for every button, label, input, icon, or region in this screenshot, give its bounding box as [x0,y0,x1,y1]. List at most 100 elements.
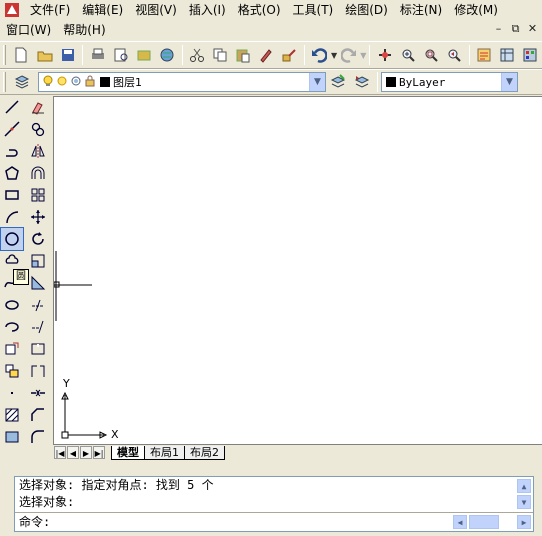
point-icon[interactable] [1,382,23,404]
scale-icon[interactable] [27,250,49,272]
lightbulb-icon[interactable] [42,75,54,90]
modify-toolbar [27,96,51,448]
chamfer-icon[interactable] [27,404,49,426]
app-icon[interactable] [4,2,20,18]
next-tab-icon[interactable]: ▶ [80,446,92,459]
array-icon[interactable] [27,184,49,206]
chevron-down-icon[interactable]: ▼ [501,73,517,91]
print-icon[interactable] [87,44,108,66]
plot-preview-icon[interactable] [110,44,131,66]
chevron-down-icon[interactable]: ▼ [309,73,325,91]
menu-dimension[interactable]: 标注(N) [394,1,448,19]
drawing-canvas[interactable]: Y X [53,96,542,444]
prev-tab-icon[interactable]: ◀ [67,446,79,459]
paste-icon[interactable] [233,44,254,66]
scroll-down-icon[interactable]: ▼ [517,495,531,509]
polyline-icon[interactable] [1,140,23,162]
redo-dropdown-icon[interactable]: ▼ [360,51,366,60]
layer-manager-icon[interactable] [11,71,33,93]
fillet-icon[interactable] [27,426,49,448]
menu-edit[interactable]: 编辑(E) [76,1,129,19]
cut-icon[interactable] [187,44,208,66]
scroll-left-icon[interactable]: ◀ [453,515,467,529]
tab-model[interactable]: 模型 [111,445,145,460]
break-icon[interactable] [27,360,49,382]
sun-icon[interactable] [56,75,68,90]
menu-tools[interactable]: 工具(T) [287,1,340,19]
line-icon[interactable] [1,96,23,118]
trim-icon[interactable] [27,294,49,316]
insert-block-icon[interactable] [1,338,23,360]
make-block-icon[interactable] [1,360,23,382]
offset-icon[interactable] [27,162,49,184]
rectangle-icon[interactable] [1,184,23,206]
menu-draw[interactable]: 绘图(D) [339,1,394,19]
menu-help[interactable]: 帮助(H) [57,21,111,39]
layer-combo[interactable]: 图层1 ▼ [38,72,326,92]
break-at-point-icon[interactable] [27,338,49,360]
undo-dropdown-icon[interactable]: ▼ [331,51,337,60]
zoom-window-icon[interactable] [421,44,442,66]
region-icon[interactable] [1,426,23,448]
scroll-up-icon[interactable]: ▲ [517,479,531,493]
copy-icon[interactable] [210,44,231,66]
erase-icon[interactable] [27,96,49,118]
restore-button[interactable]: ⧉ [508,22,523,37]
close-button[interactable]: ✕ [525,22,540,37]
move-icon[interactable] [27,206,49,228]
properties-icon[interactable] [474,44,495,66]
design-center-icon[interactable] [497,44,518,66]
lock-icon[interactable] [84,75,96,90]
menu-file[interactable]: 文件(F) [24,1,76,19]
menu-view[interactable]: 视图(V) [129,1,183,19]
layer-previous-icon[interactable] [351,71,373,93]
minimize-button[interactable]: – [491,22,506,37]
circle-icon[interactable] [0,227,24,251]
publish-icon[interactable] [133,44,154,66]
menu-insert[interactable]: 插入(I) [183,1,232,19]
match-properties-icon[interactable] [256,44,277,66]
last-tab-icon[interactable]: ▶| [93,446,105,459]
menu-window[interactable]: 窗口(W) [0,21,57,39]
construction-line-icon[interactable] [1,118,23,140]
rotate-icon[interactable] [27,228,49,250]
save-icon[interactable] [57,44,78,66]
polygon-icon[interactable] [1,162,23,184]
ellipse-icon[interactable] [1,294,23,316]
tool-palettes-icon[interactable] [520,44,541,66]
block-editor-icon[interactable] [279,44,300,66]
horizontal-scrollbar-thumb[interactable] [469,515,499,529]
separator [82,45,84,65]
make-current-layer-icon[interactable] [327,71,349,93]
arc-icon[interactable] [1,206,23,228]
first-tab-icon[interactable]: |◀ [54,446,66,459]
command-prompt[interactable]: 命令: [15,514,50,531]
new-icon[interactable] [11,44,32,66]
web-icon[interactable] [156,44,177,66]
join-icon[interactable] [27,382,49,404]
pan-realtime-icon[interactable] [374,44,395,66]
zoom-realtime-icon[interactable] [397,44,418,66]
hatch-icon[interactable] [1,404,23,426]
separator [303,45,305,65]
scroll-right-icon[interactable]: ▶ [517,515,531,529]
redo-icon[interactable] [338,44,359,66]
menu-modify[interactable]: 修改(M) [448,1,504,19]
tab-layout2[interactable]: 布局2 [184,445,225,460]
open-icon[interactable] [34,44,55,66]
toolbar-grip[interactable] [3,45,6,65]
tab-layout1[interactable]: 布局1 [144,445,185,460]
toolbar-grip[interactable] [3,72,6,92]
menu-format[interactable]: 格式(O) [232,1,287,19]
command-window[interactable]: 选择对象: 指定对角点: 找到 5 个 选择对象: 命令: ▲ ▼ ◀ ▶ [14,476,534,532]
stretch-icon[interactable] [27,272,49,294]
mirror-icon[interactable] [27,140,49,162]
undo-icon[interactable] [309,44,330,66]
command-history-line: 选择对象: [19,495,75,509]
ellipse-arc-icon[interactable] [1,316,23,338]
color-combo[interactable]: ByLayer ▼ [381,72,518,92]
zoom-previous-icon[interactable] [444,44,465,66]
copy-object-icon[interactable] [27,118,49,140]
extend-icon[interactable] [27,316,49,338]
viewport-freeze-icon[interactable] [70,75,82,90]
